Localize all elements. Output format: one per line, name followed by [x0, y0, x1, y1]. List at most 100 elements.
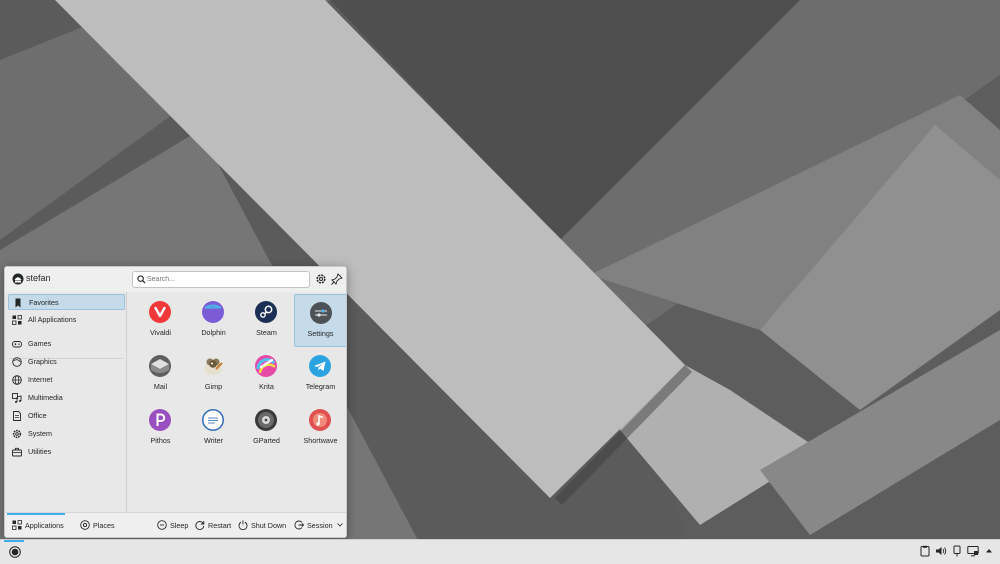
application-launcher-menu: stefan Favorites All Applications: [4, 266, 347, 538]
places-icon: [80, 520, 90, 530]
sidebar-item-label: Games: [28, 339, 52, 348]
app-settings[interactable]: Settings: [294, 294, 346, 347]
app-gimp[interactable]: Gimp: [187, 348, 240, 401]
app-gparted[interactable]: GParted: [240, 402, 293, 455]
launcher-header: stefan: [5, 267, 346, 292]
chevron-up-icon[interactable]: [983, 545, 995, 557]
app-krita[interactable]: Krita: [240, 348, 293, 401]
tab-label: Places: [93, 521, 115, 530]
shortwave-icon: [309, 409, 331, 431]
telegram-icon: [309, 355, 331, 377]
power-icon: [238, 520, 248, 530]
sidebar-item-internet[interactable]: Internet: [8, 372, 125, 388]
sleep-button[interactable]: Sleep: [157, 515, 191, 535]
pithos-icon: [149, 409, 171, 431]
app-label: Settings: [307, 329, 334, 338]
session-button[interactable]: Session: [294, 515, 344, 535]
search-icon: [137, 275, 146, 284]
launcher-icon[interactable]: [9, 546, 21, 558]
taskbar-panel: [0, 539, 1000, 564]
sidebar-item-label: All Applications: [28, 315, 77, 324]
globe-icon: [12, 375, 22, 385]
restart-label: Restart: [208, 521, 232, 530]
session-icon: [294, 520, 304, 530]
gear-icon[interactable]: [315, 273, 327, 285]
tab-label: Applications: [25, 521, 64, 530]
sidebar-item-games[interactable]: Games: [8, 336, 125, 352]
sidebar-item-utilities[interactable]: Utilities: [8, 444, 125, 460]
app-label: Telegram: [305, 382, 336, 391]
username: stefan: [26, 273, 51, 283]
shut-down-label: Shut Down: [251, 521, 287, 530]
launcher-footer: Applications Places Sleep Restart Shut D…: [5, 512, 346, 537]
shut-down-button[interactable]: Shut Down: [238, 515, 290, 535]
restart-button[interactable]: Restart: [195, 515, 235, 535]
search-input[interactable]: [147, 273, 302, 285]
tab-places[interactable]: Places: [75, 515, 123, 535]
toolbox-icon: [12, 447, 22, 457]
app-vivaldi[interactable]: Vivaldi: [134, 294, 187, 347]
vivaldi-icon: [149, 301, 171, 323]
user-avatar-icon[interactable]: [12, 273, 24, 285]
sidebar-item-label: Graphics: [28, 357, 57, 366]
app-mail[interactable]: Mail: [134, 348, 187, 401]
device-notifier-icon[interactable]: [951, 545, 963, 557]
bookmark-icon: [15, 298, 21, 308]
app-label: Dolphin: [201, 328, 226, 337]
app-label: Pithos: [150, 436, 171, 445]
volume-icon[interactable]: [935, 545, 947, 557]
chevron-down-icon: [337, 523, 343, 527]
grid-icon: [12, 315, 22, 325]
gimp-icon: [204, 358, 223, 375]
sleep-icon: [157, 520, 167, 530]
app-label: Shortwave: [303, 436, 338, 445]
steam-icon: [255, 301, 277, 323]
gparted-icon: [255, 409, 277, 431]
category-sidebar: Favorites All Applications Games Graphic…: [5, 292, 127, 513]
grid-icon: [12, 520, 22, 530]
sidebar-item-system[interactable]: System: [8, 426, 125, 442]
app-steam[interactable]: Steam: [240, 294, 293, 347]
launcher-active-indicator: [4, 540, 24, 542]
restart-icon: [195, 521, 205, 530]
search-field[interactable]: [132, 271, 310, 288]
sidebar-item-label: Internet: [28, 375, 53, 384]
pin-icon[interactable]: [331, 273, 343, 285]
sidebar-item-office[interactable]: Office: [8, 408, 125, 424]
krita-icon: [255, 355, 277, 377]
app-telegram[interactable]: Telegram: [294, 348, 346, 401]
app-label: Gimp: [204, 382, 223, 391]
app-label: Mail: [153, 382, 168, 391]
writer-icon: [202, 409, 224, 431]
app-label: Vivaldi: [149, 328, 172, 337]
sidebar-item-favorites[interactable]: Favorites: [8, 294, 125, 310]
palette-icon: [12, 357, 22, 367]
sidebar-item-label: Multimedia: [28, 393, 63, 402]
settings-icon: [310, 302, 332, 324]
app-dolphin[interactable]: Dolphin: [187, 294, 240, 347]
mail-icon: [149, 355, 171, 377]
app-pithos[interactable]: Pithos: [134, 402, 187, 455]
app-writer[interactable]: Writer: [187, 402, 240, 455]
sidebar-item-all-applications[interactable]: All Applications: [8, 312, 125, 328]
favorites-grid: Vivaldi Dolphin Steam Settings Mail Gimp…: [131, 292, 346, 513]
app-label: GParted: [253, 436, 280, 445]
gear-icon: [12, 429, 22, 439]
gamepad-icon: [12, 341, 22, 348]
clipboard-icon[interactable]: [919, 545, 931, 557]
display-icon[interactable]: [967, 545, 979, 557]
multimedia-icon: [12, 393, 22, 403]
app-label: Writer: [203, 436, 224, 445]
session-label: Session: [307, 521, 333, 530]
dolphin-icon: [202, 301, 224, 323]
app-label: Krita: [259, 382, 274, 391]
sidebar-item-label: Favorites: [29, 298, 59, 307]
sidebar-item-multimedia[interactable]: Multimedia: [8, 390, 125, 406]
app-label: Steam: [256, 328, 277, 337]
tab-applications[interactable]: Applications: [7, 513, 65, 535]
app-shortwave[interactable]: Shortwave: [294, 402, 346, 455]
document-icon: [13, 411, 21, 421]
sleep-label: Sleep: [170, 521, 189, 530]
sidebar-item-graphics[interactable]: Graphics: [8, 354, 125, 370]
sidebar-item-label: Utilities: [28, 447, 52, 456]
